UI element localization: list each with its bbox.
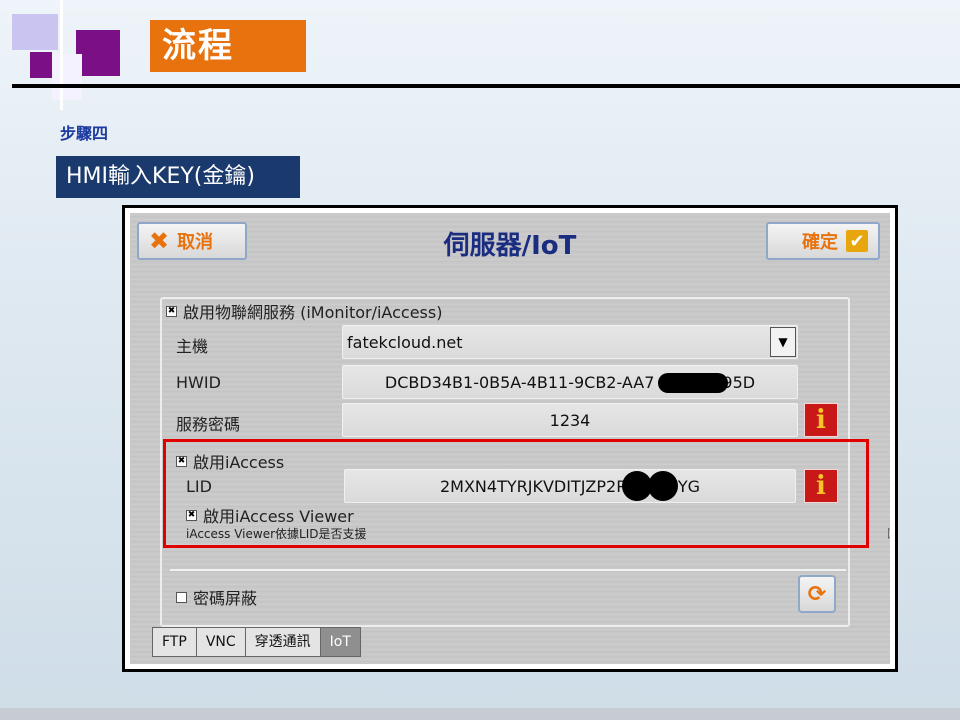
confirm-label: 確定 [802,232,838,253]
password-mask-checkbox-row[interactable]: 密碼屏蔽 [176,585,257,609]
tab-tunnel[interactable]: 穿透通訊 [244,627,321,657]
cancel-label: 取消 [177,232,214,253]
tab-bar: FTP VNC 穿透通訊 IoT [152,627,361,657]
service-password-field[interactable]: 1234 [342,403,798,437]
checkmark-icon: ✔ [846,230,868,252]
tab-vnc[interactable]: VNC [195,627,246,657]
tab-ftp[interactable]: FTP [152,627,197,657]
section-divider [170,569,846,571]
host-label: 主機 [176,337,209,356]
info-icon: i [816,405,826,435]
slide-subtitle: HMI輸入KEY(金鑰) [56,156,300,198]
hwid-redaction [658,373,728,393]
decor-square-purple-small [30,52,52,78]
password-mask-label: 密碼屏蔽 [193,589,258,608]
bottom-strip [0,708,960,720]
refresh-button[interactable]: ⟳ [798,575,836,613]
slide-title: 流程 [150,20,306,72]
service-password-value: 1234 [549,410,591,430]
service-password-label: 服務密碼 [176,415,241,434]
service-password-info-button[interactable]: i [804,403,838,437]
decor-vertical-line [60,0,63,110]
decor-square-white [52,54,82,100]
enable-iot-label: 啟用物聯網服務 (iMonitor/iAccess) [183,303,443,322]
highlight-box [163,439,869,548]
confirm-button[interactable]: 確定 ✔ [766,222,880,260]
chevron-down-icon[interactable]: ▼ [770,327,796,357]
refresh-icon: ⟳ [807,581,827,607]
close-icon: ✖ [149,227,170,255]
cancel-button[interactable]: ✖ 取消 [137,222,247,260]
enable-iot-checkbox-row[interactable]: ✖ 啟用物聯網服務 (iMonitor/iAccess) [166,299,442,323]
hmi-screen: ✖ 取消 伺服器/IoT 確定 ✔ ✖ 啟用物聯網服務 (iMonitor/iA… [130,213,890,664]
password-mask-checkbox[interactable] [176,591,187,603]
hmi-screenshot-frame: ✖ 取消 伺服器/IoT 確定 ✔ ✖ 啟用物聯網服務 (iMonitor/iA… [122,205,898,672]
hwid-field[interactable]: DCBD34B1-0B5A-4B11-9CB2-AA7 95D [342,365,798,399]
decor-horizontal-rule [12,84,960,88]
decor-square-lavender [12,14,58,50]
decor-square-purple [76,30,120,76]
hwid-value-prefix: DCBD34B1-0B5A-4B11-9CB2-AA7 [384,372,655,392]
host-value: fatekcloud.net [347,332,463,352]
cursor-icon: ▷ [888,525,890,541]
enable-iot-checkbox[interactable]: ✖ [166,305,177,317]
host-select[interactable]: fatekcloud.net [342,325,798,359]
tab-iot[interactable]: IoT [319,627,361,657]
hwid-label: HWID [176,373,221,392]
step-label: 步驟四 [60,124,109,143]
screen-title: 伺服器/IoT [443,231,577,261]
